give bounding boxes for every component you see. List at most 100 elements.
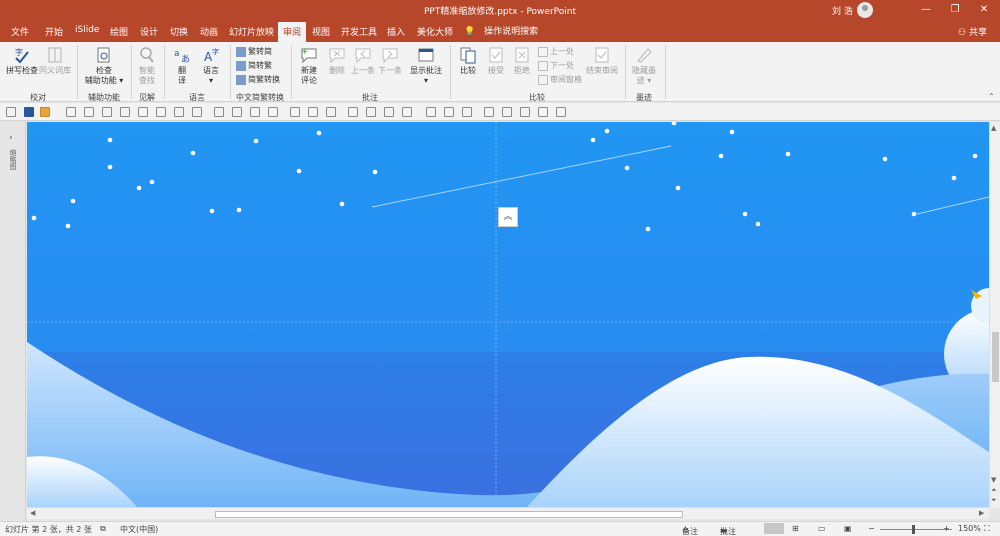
new-comment-button[interactable]: + 新建 评论 [295, 46, 323, 86]
arrange-icon[interactable] [538, 107, 548, 117]
tab-slideshow[interactable]: 幻灯片放映 [229, 25, 274, 38]
vertical-scroll-thumb[interactable] [992, 332, 999, 382]
zoom-level[interactable]: 150% [958, 524, 981, 533]
reading-view-icon[interactable]: ▭ [818, 524, 826, 533]
normal-view-icon[interactable] [764, 523, 784, 534]
tab-islide[interactable]: iSlide [75, 25, 99, 35]
tab-animations[interactable]: 动画 [200, 25, 218, 38]
scroll-down-icon[interactable]: ▼ [991, 476, 996, 484]
resize-icon[interactable] [232, 107, 242, 117]
font-size-up-icon[interactable] [426, 107, 436, 117]
expand-pane-icon[interactable]: › [9, 133, 13, 143]
show-comments-button[interactable]: 显示批注 ▾ [407, 46, 445, 86]
align-center-icon[interactable] [84, 107, 94, 117]
align-right-icon[interactable] [102, 107, 112, 117]
language-icon: A字 [204, 47, 219, 64]
previous-comment-button[interactable]: 上一条 [350, 46, 376, 76]
accessibility-status-icon[interactable]: ⧉ [100, 524, 106, 534]
accept-button[interactable]: 接受 [484, 46, 508, 76]
scroll-left-icon[interactable]: ◀ [30, 509, 35, 517]
shape-fill-icon[interactable] [484, 107, 494, 117]
share-button[interactable]: ⚇ 共享 [958, 25, 987, 38]
line-spacing-icon[interactable] [462, 107, 472, 117]
next-comment-button[interactable]: 下一条 [377, 46, 403, 76]
trad-to-simp-button[interactable]: 繁转简 [236, 46, 272, 57]
vertical-scrollbar[interactable]: ▲ ▼ ⏶ ⏷ [989, 122, 1000, 508]
reviewing-pane-button[interactable]: 审阅窗格 [538, 74, 582, 85]
rotate-icon[interactable] [384, 107, 394, 117]
tab-design[interactable]: 设计 [140, 25, 158, 38]
end-review-button[interactable]: 结束审阅 [584, 46, 620, 76]
send-backward-icon[interactable] [366, 107, 376, 117]
distribute-h-icon[interactable] [174, 107, 184, 117]
group-icon[interactable] [250, 107, 260, 117]
tab-insert[interactable]: 插入 [387, 25, 405, 38]
avatar[interactable] [857, 2, 873, 18]
shape-outline-icon[interactable] [502, 107, 512, 117]
scroll-right-icon[interactable]: ▶ [979, 509, 984, 517]
language-status[interactable]: 中文(中国) [120, 524, 158, 535]
convert-button[interactable]: 简繁转换 [236, 74, 280, 85]
tab-beautify[interactable]: 美化大师 [417, 25, 453, 38]
tab-review[interactable]: 审阅 [278, 22, 307, 42]
smart-lookup-button[interactable]: 智能 查找 [134, 46, 160, 86]
distribute-v-icon[interactable] [192, 107, 202, 117]
tab-file[interactable]: 文件 [11, 25, 29, 38]
tell-me-search[interactable]: 💡 操作说明搜索 [464, 24, 538, 37]
spellcheck-button[interactable]: 字 拼写检查 [5, 46, 39, 76]
slideshow-icon[interactable]: ▣ [844, 524, 852, 533]
horizontal-scroll-thumb[interactable] [215, 511, 683, 518]
close-button[interactable]: ✕ [976, 2, 992, 18]
minimize-button[interactable]: — [918, 2, 934, 18]
eyedropper-icon[interactable] [326, 107, 336, 117]
user-name[interactable]: 刘 浩 [832, 4, 853, 17]
ungroup-icon[interactable] [268, 107, 278, 117]
zoom-slider-thumb[interactable] [912, 525, 915, 534]
hide-ink-button[interactable]: 隐藏墨 迹 ▾ [628, 46, 660, 86]
fit-slide-icon[interactable]: ⛶ [984, 524, 990, 534]
align-left-icon[interactable] [66, 107, 76, 117]
save-icon[interactable] [24, 107, 34, 117]
simp-to-trad-button[interactable]: 简转繁 [236, 60, 272, 71]
crop-icon[interactable] [214, 107, 224, 117]
textbox-icon[interactable] [290, 107, 300, 117]
align-bottom-icon[interactable] [156, 107, 166, 117]
next-slide-icon[interactable]: ⏷ [991, 496, 997, 505]
language-button[interactable]: A字 语言 ▾ [198, 46, 224, 86]
tab-draw[interactable]: 绘图 [110, 25, 128, 38]
prev-slide-icon[interactable]: ⏶ [991, 486, 997, 495]
thesaurus-button[interactable]: 同义词库 [38, 46, 72, 76]
slide-sorter-icon[interactable]: ⊞ [792, 524, 799, 533]
scroll-up-icon[interactable]: ▲ [991, 124, 996, 132]
format-painter-icon[interactable] [40, 107, 50, 117]
bring-forward-icon[interactable] [348, 107, 358, 117]
picture-icon[interactable] [308, 107, 318, 117]
tab-transitions[interactable]: 切换 [170, 25, 188, 38]
collapse-up-button[interactable]: ︽ [498, 207, 518, 227]
check-accessibility-button[interactable]: 检查 辅助功能 ▾ [82, 46, 126, 86]
font-size-down-icon[interactable] [444, 107, 454, 117]
restore-button[interactable]: ❐ [947, 2, 963, 18]
tab-developer[interactable]: 开发工具 [341, 25, 377, 38]
previous-change-button[interactable]: 上一处 [538, 46, 574, 57]
flip-icon[interactable] [402, 107, 412, 117]
collapse-ribbon-icon[interactable]: ⌃ [988, 92, 995, 101]
next-change-button[interactable]: 下一处 [538, 60, 574, 71]
tab-view[interactable]: 视图 [312, 25, 330, 38]
compare-button[interactable]: 比较 [455, 46, 481, 76]
thumbnail-label[interactable]: 缩略图 [8, 149, 18, 170]
horizontal-scrollbar[interactable]: ◀ ▶ [27, 507, 989, 519]
align-top-icon[interactable] [120, 107, 130, 117]
align-middle-icon[interactable] [138, 107, 148, 117]
slide-canvas[interactable] [27, 122, 989, 507]
zoom-out-button[interactable]: − [868, 524, 875, 533]
effects-icon[interactable] [520, 107, 530, 117]
tab-home[interactable]: 开始 [45, 25, 63, 38]
more-options-icon[interactable] [556, 107, 566, 117]
reject-button[interactable]: 拒绝 [510, 46, 534, 76]
toolbar-tool-icon[interactable] [6, 107, 16, 117]
zoom-in-button[interactable]: + [943, 524, 950, 533]
translate-button[interactable]: aあ 翻 译 [170, 46, 194, 86]
zoom-slider[interactable] [880, 529, 952, 530]
delete-comment-button[interactable]: 删除 [325, 46, 349, 76]
